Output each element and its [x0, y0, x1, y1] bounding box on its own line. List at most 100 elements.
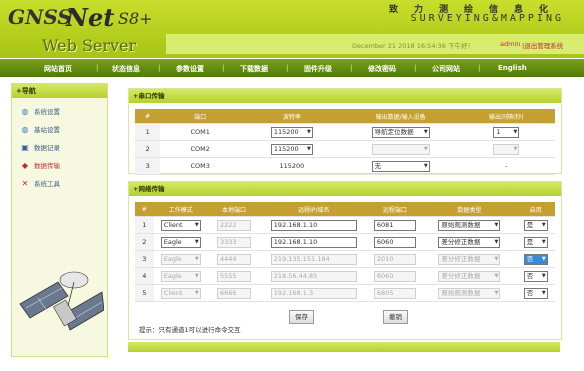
- tools-icon: ✕: [21, 179, 29, 188]
- remote-port-input[interactable]: 6081: [373, 219, 416, 231]
- brand-english: SURVEYING&MAPPING: [410, 13, 564, 24]
- local-port-input: 4444: [217, 253, 252, 265]
- enable-select[interactable]: 否 ▼: [523, 270, 548, 282]
- col-num: #: [135, 109, 161, 124]
- info-bar: December 21 2018 16:54:36 下午好！ admin |退出…: [166, 34, 584, 54]
- data-type-select: 差分修正数据 ▼: [438, 270, 501, 282]
- logo: GNSS Net S8+: [8, 3, 153, 32]
- remote-ip-input[interactable]: 192.168.1.10: [270, 219, 357, 231]
- table-row: 2 Eagle ▼ 3333 192.168.1.10 6060 差分修正数据 ▼ …: [135, 233, 555, 251]
- nav-status[interactable]: 状态信息: [112, 64, 140, 74]
- remote-port-input: 6060: [373, 270, 416, 282]
- local-port-input: 6666: [217, 287, 252, 299]
- baud-select[interactable]: 115200 ▼: [270, 126, 313, 138]
- interval-select: ▼: [493, 143, 520, 155]
- output-data-select: ▼: [371, 143, 430, 155]
- nav-home[interactable]: 网站首页: [44, 64, 72, 74]
- cancel-button[interactable]: 撤销: [383, 310, 408, 324]
- col-interval: 输出间隔(秒): [457, 109, 555, 124]
- top-nav: 网站首页 | 状态信息 | 参数设置 | 下载数据 | 固件升级 | 修改密码 …: [0, 59, 584, 77]
- bottom-strip: [0, 357, 584, 371]
- transfer-icon: ◆: [21, 161, 29, 170]
- table-row: 1 Client ▼ 2222 192.168.1.10 6081 原始观测数据 ▼…: [135, 216, 555, 234]
- enable-select[interactable]: 否 ▼: [523, 287, 548, 299]
- network-panel-title: +网络传输: [129, 182, 561, 196]
- enable-select[interactable]: 否 ▼: [523, 253, 548, 265]
- svg-text:GNSS: GNSS: [8, 5, 72, 29]
- nav-separator: |: [478, 64, 481, 72]
- remote-ip-input[interactable]: 192.168.1.10: [270, 236, 357, 248]
- table-row: 4 Eagle ▼ 5555 218.56.44.85 6060 差分修正数据 ▼ …: [135, 267, 555, 285]
- mode-select[interactable]: Eagle ▼: [160, 236, 201, 248]
- globe-icon: ◍: [21, 107, 29, 116]
- nav-password[interactable]: 修改密码: [368, 64, 396, 74]
- serial-panel: +串口传输 # 端口 波特率 输出数据/输入设备 输出间隔(秒) 1 COM1 …: [128, 88, 562, 175]
- sidebar-item-label: 系统设置: [34, 108, 60, 116]
- remote-ip-input: 192.168.1.3: [270, 287, 357, 299]
- footer-bar: [128, 342, 560, 352]
- table-row: 2 COM2 115200 ▼ ▼ ▼: [135, 140, 555, 158]
- sidebar-item-record[interactable]: ▣ 数据记录: [20, 142, 60, 154]
- sidebar-title: +导航: [12, 84, 107, 98]
- mode-select[interactable]: Client ▼: [160, 219, 201, 231]
- nav-separator: |: [350, 64, 353, 72]
- mode-select: Eagle ▼: [160, 270, 201, 282]
- local-port-input: 3333: [217, 236, 252, 248]
- svg-text:S8+: S8+: [118, 9, 153, 28]
- output-data-select[interactable]: 无 ▼: [371, 160, 430, 172]
- data-type-select[interactable]: 差分修正数据 ▼: [438, 236, 501, 248]
- baud-select[interactable]: 115200 ▼: [270, 143, 313, 155]
- output-data-select[interactable]: 导航定位数据 ▼: [371, 126, 430, 138]
- data-type-select[interactable]: 原始观测数据 ▼: [438, 219, 501, 231]
- sidebar-item-transfer[interactable]: ◆ 数据传输: [20, 160, 60, 172]
- enable-select[interactable]: 是 ▼: [523, 219, 548, 231]
- remote-ip-input: 218.56.44.85: [270, 270, 357, 282]
- save-button[interactable]: 保存: [289, 310, 314, 324]
- mode-select: Client ▼: [160, 287, 201, 299]
- interval-select[interactable]: 1 ▼: [493, 126, 520, 138]
- network-panel: +网络传输 # 工作模式 本地端口 远程IP/域名 远程端口 数据类型 启用 1…: [128, 181, 562, 340]
- nav-english[interactable]: English: [498, 64, 527, 72]
- data-type-select: 差分修正数据 ▼: [438, 253, 501, 265]
- nav-separator: |: [286, 64, 289, 72]
- sidebar-item-system[interactable]: ◍ 系统设置: [20, 106, 61, 118]
- nav-separator: |: [158, 64, 161, 72]
- user-link[interactable]: admin: [500, 40, 520, 48]
- nav-download[interactable]: 下载数据: [240, 64, 268, 74]
- serial-panel-title: +串口传输: [129, 89, 561, 103]
- sidebar-item-label: 数据传输: [34, 162, 60, 170]
- svg-text:Net: Net: [65, 3, 114, 32]
- sidebar: +导航 ◍ 系统设置 ◍ 基站设置 ▣ 数据记录 ◆ 数据传输 ✕ 系统工具: [11, 83, 108, 357]
- globe-icon: ◍: [21, 125, 29, 134]
- sidebar-item-label: 系统工具: [34, 180, 60, 188]
- sidebar-item-base[interactable]: ◍ 基站设置: [20, 124, 61, 136]
- nav-separator: |: [222, 64, 225, 72]
- sidebar-item-label: 数据记录: [34, 144, 60, 152]
- col-data: 输出数据/输入设备: [343, 109, 458, 124]
- col-baud: 波特率: [240, 109, 344, 124]
- nav-separator: |: [414, 64, 417, 72]
- table-row: 5 Client ▼ 6666 192.168.1.3 6805 原始观测数据 ▼ …: [135, 284, 555, 302]
- hint-text: 提示：只有通道1可以进行命令交互: [139, 326, 241, 334]
- network-table: # 工作模式 本地端口 远程IP/域名 远程端口 数据类型 启用 1 Clien…: [135, 202, 555, 302]
- col-port: 端口: [160, 109, 241, 124]
- remote-ip-input: 219.135.151.184: [270, 253, 357, 265]
- save-icon: ▣: [21, 143, 29, 152]
- remote-port-input: 6805: [373, 287, 416, 299]
- table-row: 3 Eagle ▼ 4444 219.135.151.184 2010 差分修正数…: [135, 250, 555, 268]
- header: GNSS Net S8+ Web Server 致力测绘信息化 SURVEYIN…: [0, 0, 584, 58]
- nav-firmware[interactable]: 固件升级: [304, 64, 332, 74]
- table-row: 1 COM1 115200 ▼ 导航定位数据 ▼ 1 ▼: [135, 123, 555, 141]
- remote-port-input[interactable]: 6060: [373, 236, 416, 248]
- local-port-input: 5555: [217, 270, 252, 282]
- sidebar-item-tools[interactable]: ✕ 系统工具: [20, 178, 60, 190]
- data-type-select: 原始观测数据 ▼: [438, 287, 501, 299]
- nav-company[interactable]: 公司网站: [432, 64, 460, 74]
- web-server-title: Web Server: [42, 36, 137, 55]
- sidebar-item-label: 基站设置: [34, 126, 60, 134]
- nav-settings[interactable]: 参数设置: [176, 64, 204, 74]
- datetime: December 21 2018 16:54:36 下午好！: [352, 42, 474, 50]
- logout-link[interactable]: |退出管理系统: [522, 40, 563, 50]
- enable-select[interactable]: 是 ▼: [523, 236, 548, 248]
- remote-port-input: 2010: [373, 253, 416, 265]
